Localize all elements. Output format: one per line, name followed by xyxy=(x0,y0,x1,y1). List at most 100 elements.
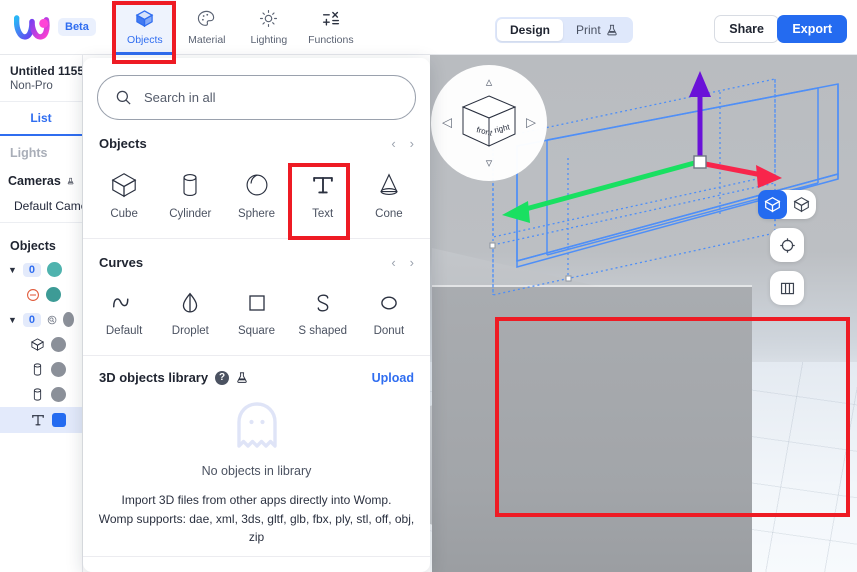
sidebar-section-objects[interactable]: Objects xyxy=(0,227,82,257)
curve-item-droplet[interactable]: Droplet xyxy=(157,280,223,343)
gizmo-axis-x xyxy=(699,160,782,188)
project-title[interactable]: Untitled 1155 xyxy=(0,55,82,80)
viewport-tool-stack[interactable] xyxy=(758,190,816,305)
3d-viewport[interactable]: Womp xyxy=(430,55,857,572)
chevron-right-icon[interactable]: › xyxy=(410,136,414,151)
mode-tabs[interactable]: Objects Material Lighting Functions xyxy=(113,0,362,55)
question-mark-icon[interactable]: ? xyxy=(215,370,230,385)
tree-chip-count: 0 xyxy=(22,312,42,327)
curves-pager[interactable]: ‹ › xyxy=(391,255,414,270)
chevron-right-icon[interactable]: › xyxy=(410,255,414,270)
wave-curve-icon xyxy=(113,298,129,308)
sidebar-tabs[interactable]: List xyxy=(0,101,82,136)
sidebar-tab-list[interactable]: List xyxy=(0,102,82,134)
objects-pager[interactable]: ‹ › xyxy=(391,136,414,151)
objects-section-header: Objects ‹ › xyxy=(83,120,430,155)
tab-material[interactable]: Material xyxy=(176,0,238,55)
curve-item-default[interactable]: Default xyxy=(91,280,157,343)
object-item-text[interactable]: Text xyxy=(290,161,356,226)
ghost-icon xyxy=(236,402,277,448)
library-empty-line-1: Import 3D files from other apps directly… xyxy=(121,493,392,507)
material-swatch[interactable] xyxy=(51,362,66,377)
tab-functions[interactable]: Functions xyxy=(300,0,362,55)
gizmo-axis-z xyxy=(502,159,699,223)
grid-columns-icon[interactable] xyxy=(770,271,804,305)
top-toolbar: Beta Objects Material Lighting Functions… xyxy=(0,0,857,55)
solid-cube-icon[interactable] xyxy=(758,190,787,219)
tab-objects[interactable]: Objects xyxy=(113,0,176,55)
chevron-left-icon[interactable]: ‹ xyxy=(391,136,395,151)
brand-area[interactable]: Beta xyxy=(14,14,96,40)
object-item-cube-label: Cube xyxy=(110,208,138,220)
object-item-sphere[interactable]: Sphere xyxy=(223,161,289,226)
search-field[interactable]: Search in all xyxy=(97,75,416,120)
tab-lighting-label: Lighting xyxy=(250,33,288,46)
math-ops-icon xyxy=(320,9,342,29)
share-button[interactable]: Share xyxy=(714,15,779,43)
segment-print-label: Print xyxy=(576,23,601,37)
curve-item-donut[interactable]: Donut xyxy=(356,280,422,343)
cylinder-icon xyxy=(183,173,197,197)
chevron-up-icon[interactable]: ▵ xyxy=(486,76,493,89)
donut-icon xyxy=(381,296,397,310)
object-item-cone[interactable]: Cone xyxy=(356,161,422,226)
tab-functions-label: Functions xyxy=(308,33,354,46)
caret-down-icon[interactable]: ▼ xyxy=(8,265,17,275)
object-item-text-label: Text xyxy=(312,208,334,220)
chevron-right-icon[interactable]: ▷ xyxy=(526,117,536,130)
wire-cube-icon[interactable] xyxy=(787,190,816,219)
tab-lighting[interactable]: Lighting xyxy=(238,0,300,55)
orientation-cube-icon[interactable]: front right xyxy=(457,92,521,154)
segment-print[interactable]: Print xyxy=(563,19,631,41)
sun-icon xyxy=(259,9,278,29)
chevron-down-icon[interactable]: ▿ xyxy=(486,157,493,170)
library-empty-line-2: Womp supports: dae, xml, 3ds, gltf, glb,… xyxy=(98,512,415,544)
object-item-cylinder-label: Cylinder xyxy=(169,208,212,220)
material-swatch[interactable] xyxy=(46,287,61,302)
sidebar-divider xyxy=(0,222,82,223)
sidebar-section-cameras[interactable]: Cameras xyxy=(0,164,82,194)
flask-icon xyxy=(67,177,74,185)
tree-row-text-selected[interactable] xyxy=(0,407,82,433)
objects-panel: Search in all Objects ‹ › Cube Cylinder … xyxy=(83,58,430,572)
community-header: Community files ‹ › See all xyxy=(83,557,430,572)
object-item-cube[interactable]: Cube xyxy=(91,161,157,226)
target-icon[interactable] xyxy=(770,228,804,262)
upload-button[interactable]: Upload xyxy=(372,371,414,385)
womp-logo-icon[interactable] xyxy=(14,14,50,40)
tree-row-cylinder-1[interactable] xyxy=(0,357,82,382)
tree-row-group-2[interactable]: ▼ 0 xyxy=(0,307,82,332)
beta-badge: Beta xyxy=(58,18,96,36)
curve-item-square-label: Square xyxy=(237,325,276,337)
design-print-switch[interactable]: Design Print xyxy=(495,17,633,43)
material-swatch[interactable] xyxy=(47,262,63,277)
render-mode-toggle[interactable] xyxy=(758,190,816,219)
chevron-left-icon[interactable]: ‹ xyxy=(391,255,395,270)
material-swatch[interactable] xyxy=(63,312,74,327)
object-item-sphere-label: Sphere xyxy=(237,208,276,220)
view-orientation-widget[interactable]: ▵ ▿ ◁ ▷ front right xyxy=(431,65,547,181)
export-button[interactable]: Export xyxy=(777,15,847,43)
tree-row-group-1[interactable]: ▼ 0 xyxy=(0,257,82,282)
material-swatch[interactable] xyxy=(51,337,66,352)
flask-icon xyxy=(237,372,247,383)
caret-down-icon[interactable]: ▼ xyxy=(8,315,17,325)
scene-slab-front[interactable] xyxy=(432,287,752,572)
chevron-left-icon[interactable]: ◁ xyxy=(442,117,452,130)
material-swatch-selected[interactable] xyxy=(52,413,66,427)
cone-icon xyxy=(380,173,398,196)
tree-row-boolean[interactable] xyxy=(0,282,82,307)
curve-item-s-shaped[interactable]: S shaped xyxy=(290,280,356,343)
object-item-cylinder[interactable]: Cylinder xyxy=(157,161,223,226)
curve-item-square[interactable]: Square xyxy=(223,280,289,343)
left-sidebar: Untitled 1155 Non-Pro List Lights Camera… xyxy=(0,55,83,572)
tree-row-cylinder-2[interactable] xyxy=(0,382,82,407)
tree-row-cube[interactable] xyxy=(0,332,82,357)
sidebar-section-lights[interactable]: Lights xyxy=(0,136,82,164)
material-swatch[interactable] xyxy=(51,387,66,402)
camera-row-default[interactable]: Default Camera xyxy=(0,194,82,218)
search-input-placeholder[interactable]: Search in all xyxy=(144,90,216,105)
cube-icon xyxy=(111,173,137,198)
segment-design[interactable]: Design xyxy=(497,19,564,41)
search-node-icon xyxy=(47,315,57,324)
